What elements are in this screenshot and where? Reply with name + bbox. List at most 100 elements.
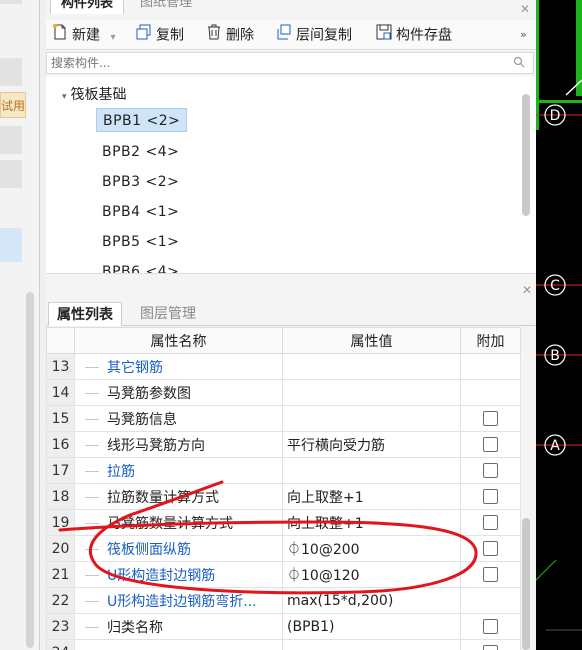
left-strip-scrollbar[interactable] — [26, 292, 34, 648]
new-button[interactable]: 新建 ▾ — [52, 24, 115, 46]
cad-line — [536, 559, 557, 581]
property-name: 马凳筋参数图 — [107, 385, 191, 402]
left-strip-selected-row[interactable] — [0, 228, 22, 262]
row-number: 13 — [46, 353, 75, 380]
table-row[interactable]: 18 拉筋数量计算方式 向上取整+1 — [46, 483, 521, 510]
header-extra: 附加 — [460, 327, 521, 354]
floor-copy-icon — [276, 24, 292, 47]
extra-checkbox[interactable] — [483, 463, 498, 478]
extra-checkbox[interactable] — [483, 567, 498, 582]
delete-button[interactable]: 删除 — [206, 24, 254, 46]
tab-drawing-manage[interactable]: 图纸管理 — [130, 0, 202, 14]
expand-icon[interactable]: ▾ — [62, 92, 67, 102]
property-value[interactable] — [282, 379, 461, 406]
tree-item[interactable]: BPB4 <1> — [96, 200, 185, 224]
property-name-cell[interactable]: 其它钢筋 — [74, 353, 283, 380]
property-name-cell: 归类名称 — [74, 613, 283, 640]
left-strip-row — [0, 0, 22, 4]
property-tab-bar: 属性列表 图层管理 — [46, 296, 536, 326]
tree-root-node[interactable]: ▾ 筏板基础 — [62, 84, 127, 104]
table-row[interactable]: 14 马凳筋参数图 — [46, 379, 521, 406]
table-row[interactable]: 22 U形构造封边钢筋弯折... max(15*d,200) — [46, 587, 521, 614]
trash-icon — [206, 24, 222, 47]
property-value[interactable]: 向上取整+1 — [282, 483, 461, 510]
chevron-down-icon[interactable]: ▾ — [110, 32, 115, 43]
tree-item[interactable]: BPB6 <4> — [96, 260, 185, 273]
extra-checkbox[interactable] — [483, 645, 498, 650]
property-name-cell[interactable]: 筏板侧面纵筋 — [74, 535, 283, 562]
floor-copy-button[interactable]: 层间复制 — [276, 24, 352, 46]
tree-item[interactable]: BPB1 <2> — [96, 108, 188, 132]
property-name-cell: 马凳筋参数图 — [74, 379, 283, 406]
extra-checkbox[interactable] — [483, 619, 498, 634]
tree-guide-line — [85, 393, 99, 394]
property-name-cell[interactable]: 拉筋 — [74, 457, 283, 484]
extra-cell — [460, 561, 521, 588]
more-tools-button[interactable]: » — [520, 24, 527, 46]
tab-property-list[interactable]: 属性列表 — [48, 302, 122, 326]
property-value[interactable]: (BPB1) — [282, 613, 461, 640]
row-number: 21 — [46, 561, 75, 588]
row-number: 14 — [46, 379, 75, 406]
floor-copy-button-label: 层间复制 — [296, 27, 352, 44]
copy-button[interactable]: 复制 — [136, 24, 184, 46]
table-row[interactable]: 17 拉筋 — [46, 457, 521, 484]
component-search — [46, 52, 534, 74]
table-row[interactable]: 20 筏板侧面纵筋 ⏀10@200 — [46, 535, 521, 562]
left-strip-row[interactable] — [0, 126, 22, 154]
property-name-cell: 马凳筋数量计算方式 — [74, 509, 283, 536]
property-value[interactable]: ⏀10@120 — [282, 561, 461, 588]
property-value[interactable]: ⏀10@200 — [282, 535, 461, 562]
property-name-cell[interactable]: U形构造封边钢筋弯折... — [74, 587, 283, 614]
tree-item[interactable]: BPB2 <4> — [96, 140, 185, 164]
extra-checkbox[interactable] — [483, 437, 498, 452]
tree-item[interactable]: BPB3 <2> — [96, 170, 185, 194]
extra-checkbox[interactable] — [483, 489, 498, 504]
extra-checkbox[interactable] — [483, 411, 498, 426]
left-strip-row[interactable] — [0, 58, 22, 86]
property-table-scrollbar[interactable] — [522, 518, 530, 650]
extra-cell — [460, 613, 521, 640]
property-name-cell: 马凳筋信息 — [74, 405, 283, 432]
property-value[interactable]: max(15*d,200) — [282, 587, 461, 614]
close-icon[interactable]: ✕ — [522, 283, 532, 297]
tree-guide-line — [85, 367, 99, 368]
property-name: 拉筋 — [107, 463, 135, 480]
table-row[interactable]: 16 线形马凳筋方向 平行横向受力筋 — [46, 431, 521, 458]
tree-guide-line — [85, 627, 99, 628]
property-value[interactable] — [282, 353, 461, 380]
delete-button-label: 删除 — [226, 27, 254, 44]
table-row[interactable]: 23 归类名称 (BPB1) — [46, 613, 521, 640]
property-value[interactable] — [282, 639, 461, 650]
left-strip-row[interactable] — [0, 160, 22, 188]
tree-guide-line — [85, 575, 99, 576]
property-name: 马凳筋信息 — [107, 411, 177, 428]
tab-layer-manage[interactable]: 图层管理 — [132, 302, 204, 326]
property-name-cell: 拉筋数量计算方式 — [74, 483, 283, 510]
property-name-cell[interactable]: U形构造封边钢筋 — [74, 561, 283, 588]
table-row[interactable]: 24 — [46, 639, 521, 650]
tree-item[interactable]: BPB5 <1> — [96, 230, 185, 254]
search-input[interactable] — [47, 53, 487, 73]
extra-cell — [460, 535, 521, 562]
table-row[interactable]: 21 U形构造封边钢筋 ⏀10@120 — [46, 561, 521, 588]
table-row[interactable]: 15 马凳筋信息 — [46, 405, 521, 432]
tree-scrollbar[interactable] — [522, 94, 530, 216]
property-value[interactable]: 向上取整+1 — [282, 509, 461, 536]
property-value[interactable]: 平行横向受力筋 — [282, 431, 461, 458]
extra-checkbox[interactable] — [483, 515, 498, 530]
row-number: 19 — [46, 509, 75, 536]
property-value[interactable] — [282, 457, 461, 484]
save-component-button[interactable]: 构件存盘 — [376, 24, 452, 46]
row-number: 20 — [46, 535, 75, 562]
cad-viewport[interactable]: D C B A — [536, 0, 582, 650]
close-icon[interactable]: ✕ — [520, 2, 530, 16]
table-row[interactable]: 13 其它钢筋 — [46, 353, 521, 380]
search-icon[interactable] — [513, 56, 525, 72]
tab-component-list[interactable]: 构件列表 — [50, 0, 125, 14]
table-row[interactable]: 19 马凳筋数量计算方式 向上取整+1 — [46, 509, 521, 536]
copy-button-label: 复制 — [156, 27, 184, 44]
extra-checkbox[interactable] — [483, 541, 498, 556]
row-number: 18 — [46, 483, 75, 510]
property-value[interactable] — [282, 405, 461, 432]
